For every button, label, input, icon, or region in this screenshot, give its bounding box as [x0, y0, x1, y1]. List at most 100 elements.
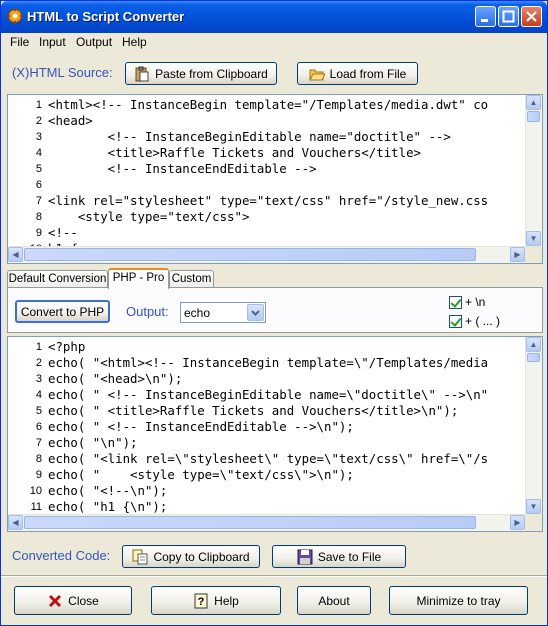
code-line: 7 echo( "\n"); [8, 435, 525, 451]
tab-php-pro[interactable]: PHP - Pro [108, 268, 169, 289]
line-number: 3 [35, 131, 42, 143]
scroll-up-arrow-icon[interactable]: ▲ [526, 337, 541, 352]
tray-label: Minimize to tray [416, 593, 501, 608]
svg-text:?: ? [198, 596, 205, 608]
scroll-down-arrow-icon[interactable]: ▼ [526, 231, 541, 246]
line-number: 8 [35, 453, 42, 465]
minimize-to-tray-button[interactable]: Minimize to tray [389, 586, 528, 615]
code-line: 4 <title>Raffle Tickets and Vouchers</ti… [8, 145, 525, 161]
scroll-down-arrow-icon[interactable]: ▼ [526, 499, 541, 514]
paste-from-clipboard-button[interactable]: Paste from Clipboard [125, 62, 277, 85]
code-line: 5 <!-- InstanceEndEditable --> [8, 161, 525, 177]
minimize-window-button[interactable] [475, 6, 496, 27]
copy-label: Copy to Clipboard [153, 549, 250, 564]
tab-custom[interactable]: Custom [169, 270, 214, 288]
tab-default-conversion[interactable]: Default Conversion [7, 270, 108, 288]
scroll-right-arrow-icon[interactable]: ▶ [510, 247, 525, 262]
open-folder-icon [308, 69, 325, 80]
title-bar[interactable]: HTML to Script Converter [1, 1, 547, 33]
menu-file[interactable]: File [10, 35, 29, 49]
line-text: <style type="text/css"> [48, 209, 250, 224]
output-horizontal-scrollbar[interactable]: ◀ ▶ [8, 514, 525, 531]
source-vertical-scrollbar[interactable]: ▲ ▼ [525, 95, 542, 246]
newline-checkbox[interactable]: + \n [449, 295, 485, 309]
line-number: 7 [35, 437, 42, 449]
menu-bar: File Input Output Help [1, 33, 547, 51]
footer-divider [1, 575, 547, 577]
line-number: 1 [35, 341, 42, 353]
convert-to-php-button[interactable]: Convert to PHP [15, 300, 110, 323]
menu-input[interactable]: Input [39, 35, 66, 49]
scroll-corner [525, 514, 542, 531]
menu-help[interactable]: Help [122, 35, 147, 49]
output-select[interactable]: echo [180, 302, 266, 323]
red-x-icon [49, 594, 62, 607]
line-number: 8 [35, 211, 42, 223]
code-line: 1 <html><!-- InstanceBegin template="/Tem… [8, 97, 525, 113]
line-text: echo( " <style type=\"text/css\">\n"); [48, 467, 354, 482]
output-editor[interactable]: 1 <?php 2 echo( "<html><!-- InstanceBegin t… [7, 336, 543, 532]
output-vertical-scrollbar[interactable]: ▲ ▼ [525, 337, 542, 514]
source-horizontal-scrollbar[interactable]: ◀ ▶ [8, 246, 525, 263]
about-label: About [318, 593, 350, 608]
line-text: echo( "<!--\n"); [48, 483, 168, 498]
code-line: 4 echo( " <!-- InstanceBeginEditable name… [8, 387, 525, 403]
help-button[interactable]: ? Help [151, 586, 281, 615]
about-button[interactable]: About [297, 586, 371, 615]
code-line: 3 <!-- InstanceBeginEditable name="docti… [8, 129, 525, 145]
line-text: <!-- InstanceEndEditable --> [48, 161, 317, 176]
source-editor[interactable]: 1 <html><!-- InstanceBegin template="/Tem… [7, 94, 543, 264]
close-icon [526, 11, 537, 22]
scroll-right-arrow-icon[interactable]: ▶ [510, 515, 525, 530]
paste-label: Paste from Clipboard [155, 66, 268, 81]
gear-app-icon [7, 8, 23, 24]
floppy-disk-icon [297, 549, 313, 564]
checkbox-checked-icon[interactable] [449, 295, 462, 309]
code-line: 6 [8, 177, 525, 193]
line-number: 7 [35, 195, 42, 207]
parentheses-checkbox-label: + ( ... ) [465, 314, 501, 328]
copy-to-clipboard-button[interactable]: Copy to Clipboard [122, 545, 260, 568]
scroll-thumb[interactable] [527, 111, 540, 122]
close-button[interactable]: Close [14, 586, 132, 615]
scroll-thumb[interactable] [24, 248, 476, 261]
line-text: <title>Raffle Tickets and Vouchers</titl… [48, 145, 421, 160]
code-line: 2 echo( "<html><!-- InstanceBegin templat… [8, 355, 525, 371]
maximize-window-button[interactable] [498, 6, 519, 27]
code-line: 5 echo( " <title>Raffle Tickets and Vouch… [8, 403, 525, 419]
load-from-file-button[interactable]: Load from File [297, 62, 418, 85]
line-text: echo( " <!-- InstanceEndEditable -->\n")… [48, 419, 354, 434]
line-number: 6 [35, 421, 42, 433]
line-number: 10 [29, 485, 42, 497]
line-number: 2 [35, 115, 42, 127]
help-label: Help [214, 593, 239, 608]
chevron-down-icon[interactable] [247, 304, 264, 321]
line-text: <link rel="stylesheet" type="text/css" h… [48, 193, 489, 208]
scroll-left-arrow-icon[interactable]: ◀ [8, 515, 23, 530]
line-number: 9 [35, 227, 42, 239]
scroll-thumb[interactable] [527, 353, 540, 362]
save-to-file-button[interactable]: Save to File [272, 545, 406, 568]
checkbox-checked-icon[interactable] [449, 314, 462, 328]
close-window-button[interactable] [521, 6, 542, 27]
line-text: echo( " <title>Raffle Tickets and Vouche… [48, 403, 459, 418]
source-code-lines: 1 <html><!-- InstanceBegin template="/Tem… [8, 95, 525, 246]
scroll-thumb[interactable] [24, 516, 476, 529]
scroll-up-arrow-icon[interactable]: ▲ [526, 95, 541, 110]
line-number: 11 [30, 501, 42, 513]
line-number: 4 [35, 147, 42, 159]
code-line: 8 <style type="text/css"> [8, 209, 525, 225]
code-line: 8 echo( "<link rel=\"stylesheet\" type=\"… [8, 451, 525, 467]
line-number: 3 [35, 373, 42, 385]
scroll-left-arrow-icon[interactable]: ◀ [8, 247, 23, 262]
line-text: <html><!-- InstanceBegin template="/Temp… [48, 97, 489, 112]
line-text: <!-- [48, 225, 78, 240]
menu-output[interactable]: Output [76, 35, 112, 49]
close-label: Close [68, 593, 99, 608]
code-line: 2 <head> [8, 113, 525, 129]
php-pro-panel: Convert to PHP Output: echo + \n + ( ...… [7, 287, 543, 333]
parentheses-checkbox[interactable]: + ( ... ) [449, 314, 500, 328]
line-text: echo( "<link rel=\"stylesheet\" type=\"t… [48, 451, 489, 466]
app-window: HTML to Script Converter File Input Outp… [0, 0, 548, 626]
line-text: echo( "h1 {\n"); [48, 499, 168, 514]
